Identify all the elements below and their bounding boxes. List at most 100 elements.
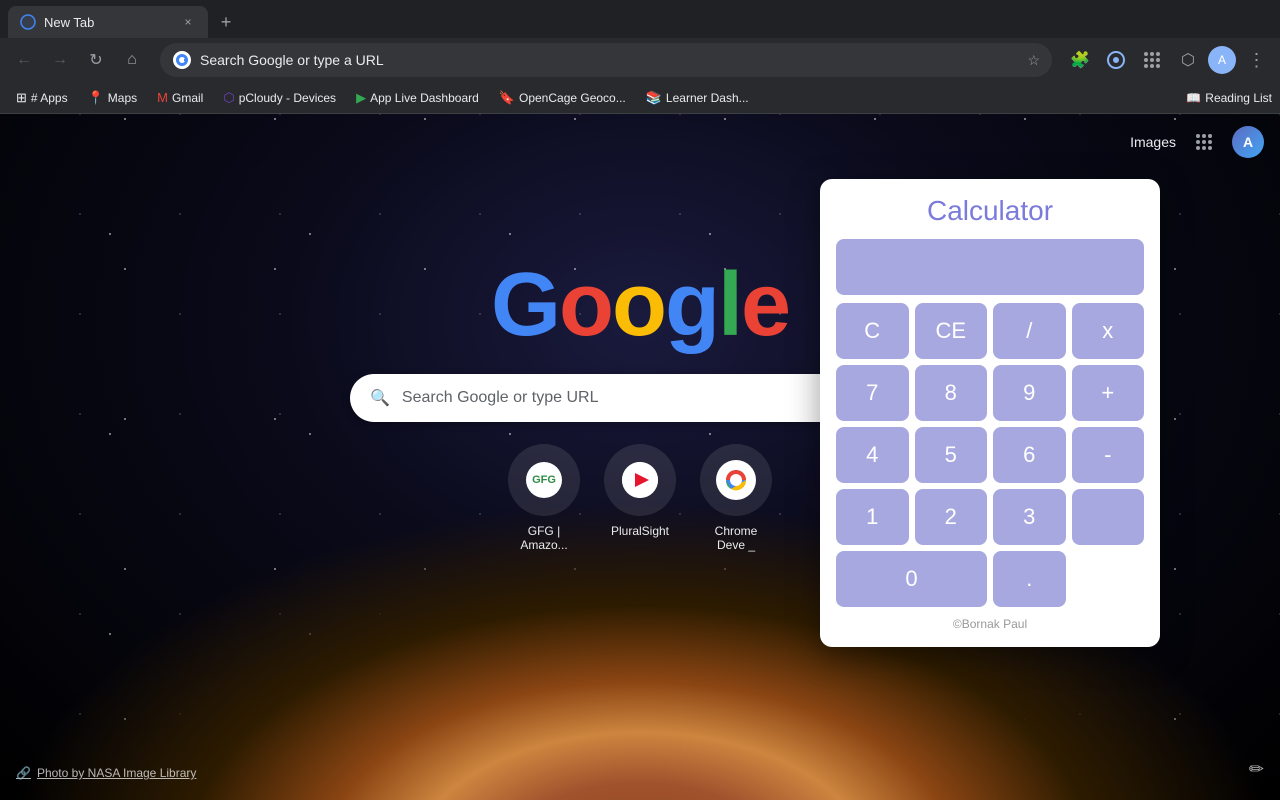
bookmark-maps[interactable]: 📍 Maps bbox=[80, 86, 146, 110]
calculator-footer: ©Bornak Paul bbox=[836, 617, 1144, 631]
photo-credit-text: Photo by NASA Image Library bbox=[37, 766, 196, 780]
pluralsight-shortcut-icon bbox=[604, 444, 676, 516]
gfg-shortcut-icon: GFG bbox=[508, 444, 580, 516]
puzzle-icon: 🧩 bbox=[1070, 50, 1090, 70]
logo-o2: o bbox=[612, 254, 665, 357]
toolbar-right: 🧩 ⬡ A ⋮ bbox=[1064, 44, 1272, 76]
page-content: Images A G o o g l e bbox=[0, 114, 1280, 800]
seven-button[interactable]: 7 bbox=[836, 365, 909, 421]
divide-button[interactable]: / bbox=[993, 303, 1066, 359]
forward-button[interactable]: → bbox=[44, 44, 76, 76]
two-button[interactable]: 2 bbox=[915, 489, 988, 545]
star-icon[interactable]: ☆ bbox=[1027, 52, 1040, 69]
bookmark-learner[interactable]: 📚 Learner Dash... bbox=[638, 86, 757, 110]
multiply-button[interactable]: x bbox=[1072, 303, 1145, 359]
equals-button[interactable] bbox=[1072, 489, 1145, 545]
shortcut-pluralsight[interactable]: PluralSight bbox=[604, 444, 676, 552]
photo-credit[interactable]: 🔗 Photo by NASA Image Library bbox=[16, 766, 196, 780]
bookmarks-bar: ⊞ # Apps 📍 Maps M Gmail ⬡ pCloudy - Devi… bbox=[0, 82, 1280, 114]
clear-button[interactable]: C bbox=[836, 303, 909, 359]
colorful-icon-button[interactable] bbox=[1100, 44, 1132, 76]
active-tab[interactable]: New Tab × bbox=[8, 6, 208, 38]
logo-g: G bbox=[491, 254, 559, 357]
google-logo: G o o g l e bbox=[491, 254, 789, 357]
bookmark-learner-label: Learner Dash... bbox=[666, 91, 749, 105]
images-link[interactable]: Images bbox=[1130, 134, 1176, 150]
one-button[interactable]: 1 bbox=[836, 489, 909, 545]
title-bar: New Tab × + bbox=[0, 0, 1280, 38]
reading-list[interactable]: 📖 Reading List bbox=[1186, 91, 1272, 105]
google-apps-button[interactable] bbox=[1188, 126, 1220, 158]
five-button[interactable]: 5 bbox=[915, 427, 988, 483]
eight-button[interactable]: 8 bbox=[915, 365, 988, 421]
bookmark-apps-label: # Apps bbox=[31, 91, 68, 105]
forward-icon: → bbox=[52, 51, 68, 69]
four-button[interactable]: 4 bbox=[836, 427, 909, 483]
menu-button[interactable]: ⋮ bbox=[1240, 44, 1272, 76]
toolbar: ← → ↻ ⌂ Search Google or type a URL ☆ bbox=[0, 38, 1280, 82]
shortcut-chromedev[interactable]: Chrome Deve _ bbox=[700, 444, 772, 552]
tab-close-button[interactable]: × bbox=[180, 14, 196, 30]
browser-frame: New Tab × + ← → ↻ ⌂ bbox=[0, 0, 1280, 800]
reload-button[interactable]: ↻ bbox=[80, 44, 112, 76]
new-tab-button[interactable]: + bbox=[212, 8, 240, 36]
chrome-theme-icon bbox=[1106, 50, 1126, 70]
bookmark-apps[interactable]: ⊞ # Apps bbox=[8, 86, 76, 110]
chrome-dev-icon bbox=[714, 458, 758, 502]
shortcut-gfg[interactable]: GFG GFG | Amazo... bbox=[508, 444, 580, 552]
pluralsight-label: PluralSight bbox=[611, 524, 669, 538]
google-header: Images A bbox=[1114, 114, 1280, 170]
subtract-button[interactable]: - bbox=[1072, 427, 1145, 483]
back-icon: ← bbox=[16, 51, 32, 69]
logo-o1: o bbox=[559, 254, 612, 357]
link-icon: 🔗 bbox=[16, 766, 31, 780]
grid-icon bbox=[1144, 52, 1160, 68]
menu-icon: ⋮ bbox=[1248, 50, 1265, 71]
tab-title: New Tab bbox=[44, 15, 172, 30]
apps-grid-button[interactable] bbox=[1136, 44, 1168, 76]
bookmark-opencage-label: OpenCage Geoco... bbox=[519, 91, 626, 105]
logo-e: e bbox=[741, 254, 789, 357]
calculator-overlay: Calculator C CE / x 7 8 9 + 4 5 6 - bbox=[820, 179, 1160, 647]
calculator-grid: C CE / x 7 8 9 + 4 5 6 - 1 2 3 0 bbox=[836, 303, 1144, 607]
logo-g2: g bbox=[665, 254, 718, 357]
avatar-initial: A bbox=[1218, 53, 1226, 67]
shortcuts-row: GFG GFG | Amazo... PluralSight bbox=[508, 444, 772, 552]
search-icon: 🔍 bbox=[370, 388, 390, 408]
zero-button[interactable]: 0 bbox=[836, 551, 987, 607]
edit-button[interactable]: ✏ bbox=[1249, 759, 1264, 780]
home-button[interactable]: ⌂ bbox=[116, 44, 148, 76]
google-profile-avatar[interactable]: A bbox=[1232, 126, 1264, 158]
bookmark-applive[interactable]: ▶ App Live Dashboard bbox=[348, 86, 487, 110]
profile-avatar[interactable]: A bbox=[1208, 46, 1236, 74]
extensions2-button[interactable]: ⬡ bbox=[1172, 44, 1204, 76]
bookmark-opencage[interactable]: 🔖 OpenCage Geoco... bbox=[491, 86, 634, 110]
six-button[interactable]: 6 bbox=[993, 427, 1066, 483]
extensions-button[interactable]: 🧩 bbox=[1064, 44, 1096, 76]
opencage-icon: 🔖 bbox=[499, 90, 515, 106]
address-bar[interactable]: Search Google or type a URL ☆ bbox=[160, 43, 1052, 77]
chromedev-label: Chrome Deve _ bbox=[700, 524, 772, 552]
bookmark-pcloudy-label: pCloudy - Devices bbox=[239, 91, 336, 105]
add-button[interactable]: + bbox=[1072, 365, 1145, 421]
google-avatar-initial: A bbox=[1243, 134, 1253, 150]
gfg-text: GFG bbox=[532, 474, 556, 486]
extensions-icon: ⬡ bbox=[1181, 50, 1195, 70]
calculator-display[interactable] bbox=[836, 239, 1144, 295]
tab-favicon bbox=[20, 14, 36, 30]
bookmark-gmail[interactable]: M Gmail bbox=[149, 86, 211, 109]
learner-icon: 📚 bbox=[646, 90, 662, 106]
reading-list-label: Reading List bbox=[1205, 91, 1272, 105]
ce-button[interactable]: CE bbox=[915, 303, 988, 359]
back-button[interactable]: ← bbox=[8, 44, 40, 76]
logo-l: l bbox=[718, 254, 741, 357]
calculator-title: Calculator bbox=[836, 195, 1144, 227]
bookmark-gmail-label: Gmail bbox=[172, 91, 203, 105]
applive-icon: ▶ bbox=[356, 90, 366, 106]
three-button[interactable]: 3 bbox=[993, 489, 1066, 545]
nine-button[interactable]: 9 bbox=[993, 365, 1066, 421]
decimal-button[interactable]: . bbox=[993, 551, 1066, 607]
pcloudy-icon: ⬡ bbox=[223, 90, 234, 106]
gmail-icon: M bbox=[157, 90, 168, 105]
bookmark-pcloudy[interactable]: ⬡ pCloudy - Devices bbox=[215, 86, 344, 110]
